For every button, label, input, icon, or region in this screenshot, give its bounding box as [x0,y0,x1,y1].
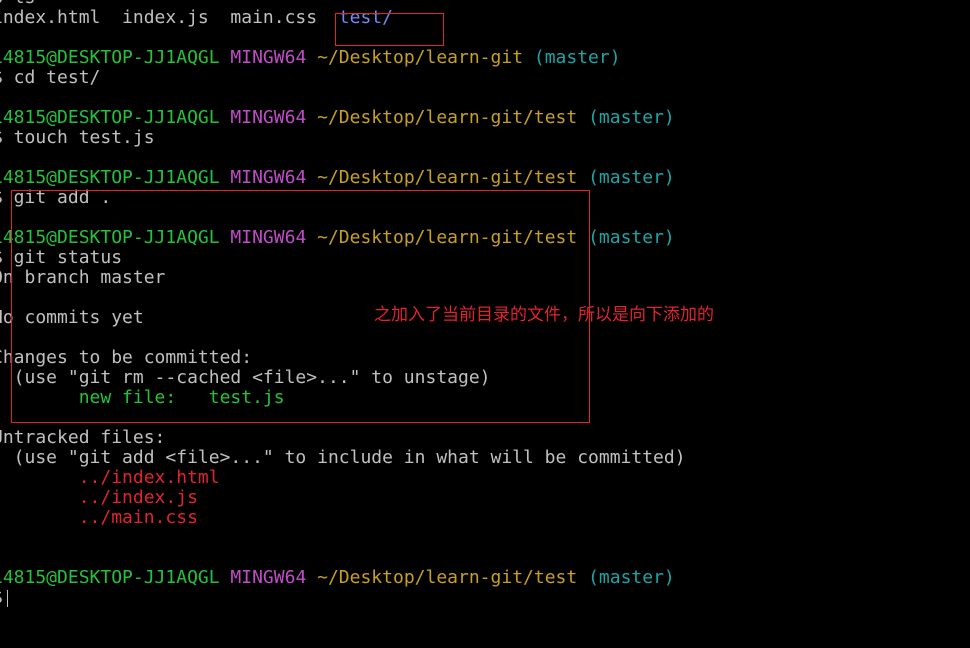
prompt-user-host: 14815@DESKTOP-JJ1AQGL [0,47,220,68]
input-prompt-line[interactable]: $ [0,588,8,608]
prompt-branch: (master) [588,107,675,128]
prompt-line-2: 14815@DESKTOP-JJ1AQGL MINGW64 ~/Desktop/… [0,108,675,128]
prompt-user-host: 14815@DESKTOP-JJ1AQGL [0,107,220,128]
command-cd: $ cd test/ [0,67,101,88]
prompt-line-5: 14815@DESKTOP-JJ1AQGL MINGW64 ~/Desktop/… [0,568,675,588]
prompt-path: ~/Desktop/learn-git [317,47,524,68]
untracked-file: ../index.html [0,467,220,488]
prompt-user-host: 14815@DESKTOP-JJ1AQGL [0,567,220,588]
prompt-system: MINGW64 [230,107,307,128]
prompt-system: MINGW64 [230,167,307,188]
prompt-branch: (master) [588,167,675,188]
annotation-note: 之加入了当前目录的文件，所以是向下添加的 [374,305,714,325]
annotation-box-test-dir [335,13,444,46]
status-untracked-header: Untracked files: [0,427,166,448]
prompt-path: ~/Desktop/learn-git/test [317,567,578,588]
status-untracked-hint: (use "git add <file>..." to include in w… [0,447,686,468]
prompt-user-host: 14815@DESKTOP-JJ1AQGL [0,167,220,188]
command-touch: $ touch test.js [0,127,155,148]
input-prompt-symbol: $ [0,587,3,608]
prompt-branch: (master) [533,47,621,68]
prompt-system: MINGW64 [230,567,307,588]
prompt-line-3: 14815@DESKTOP-JJ1AQGL MINGW64 ~/Desktop/… [0,168,675,188]
prompt-line-1: 14815@DESKTOP-JJ1AQGL MINGW64 ~/Desktop/… [0,48,621,68]
ls-files: index.html index.js main.css [0,7,318,28]
untracked-file: ../index.js [0,487,198,508]
prompt-path: ~/Desktop/learn-git/test [317,107,578,128]
prompt-branch: (master) [588,227,675,248]
text-cursor [6,589,8,607]
prompt-system: MINGW64 [230,47,307,68]
prompt-branch: (master) [588,567,675,588]
untracked-file: ../main.css [0,507,198,528]
prompt-path: ~/Desktop/learn-git/test [317,167,578,188]
